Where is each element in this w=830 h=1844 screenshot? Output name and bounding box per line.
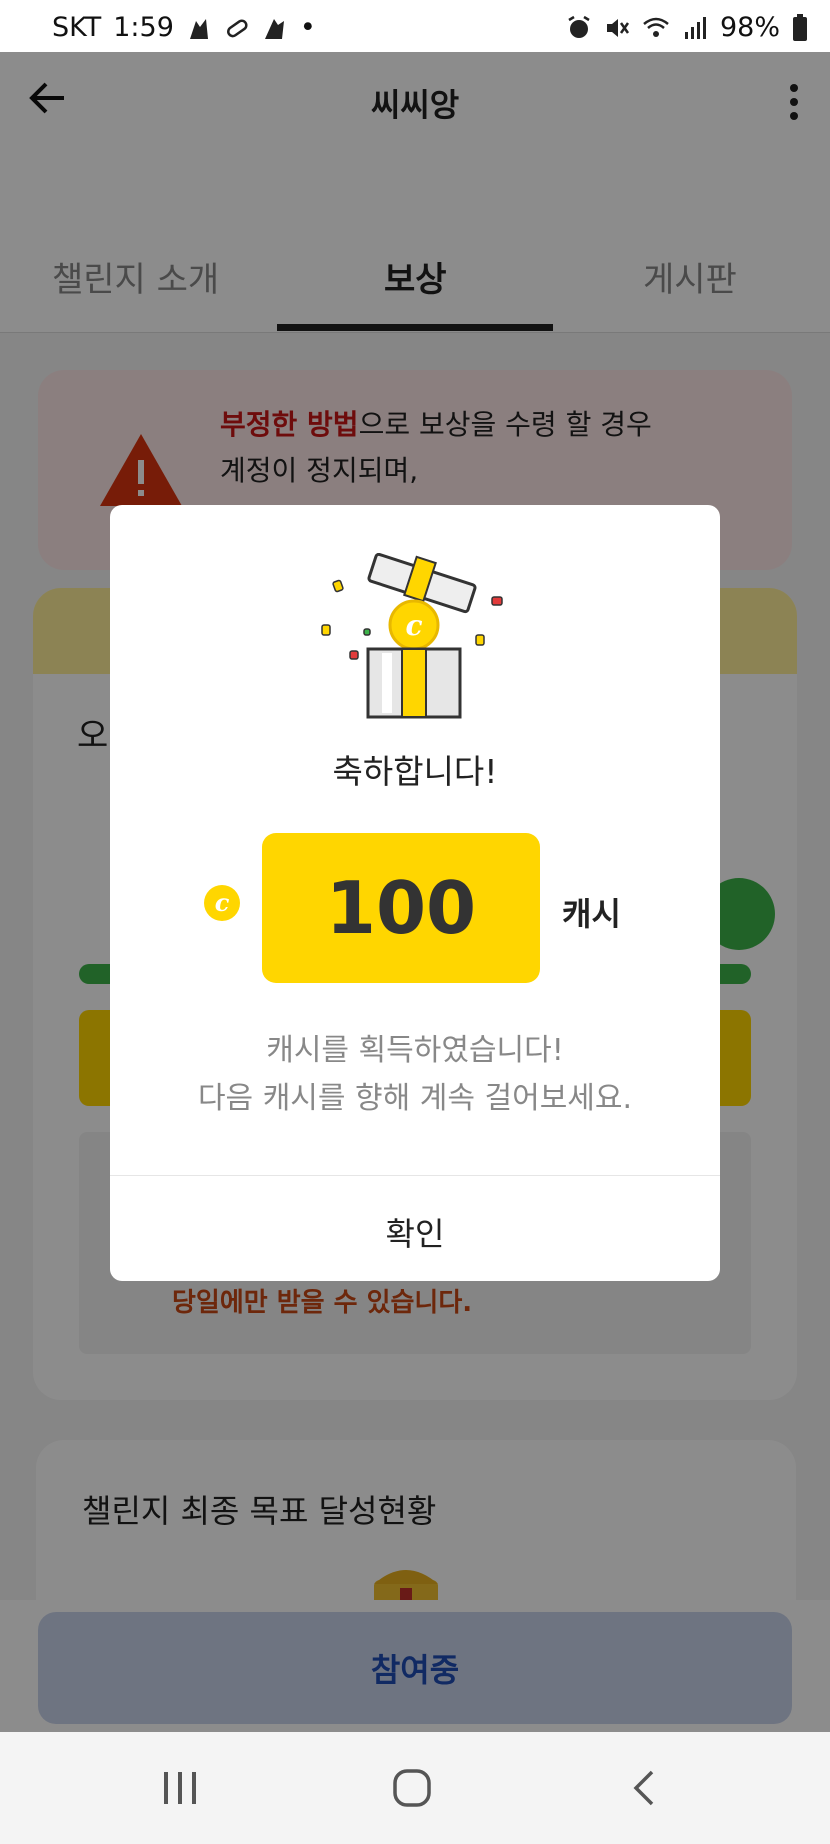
svg-text:c: c: [405, 609, 422, 642]
dialog-message-line1: 캐시를 획득하였습니다!: [266, 1033, 564, 1068]
coin-icon: c: [204, 885, 240, 921]
alarm-icon: [568, 15, 590, 38]
battery-percent: 98%: [719, 12, 780, 43]
reward-dialog: c 축하합니다! c 100 캐시 캐시를 획득하였습니다! 다음 캐시를 향해…: [110, 505, 720, 1281]
battery-icon: [793, 13, 807, 41]
dialog-message-line2: 다음 캐시를 향해 계속 걸어보세요.: [197, 1081, 633, 1116]
dialog-message: 캐시를 획득하였습니다! 다음 캐시를 향해 계속 걸어보세요.: [110, 1027, 720, 1123]
back-chevron-icon[interactable]: [632, 1768, 656, 1808]
carrier-label: SKT: [52, 12, 102, 43]
notification-dot: •: [299, 12, 316, 43]
pill-icon: [226, 19, 248, 37]
recents-icon[interactable]: [160, 1770, 200, 1806]
runner-app-icon: [264, 18, 284, 39]
reward-unit: 캐시: [562, 895, 621, 933]
reward-amount: 100: [262, 833, 540, 983]
status-bar: SKT 1:59 • 98%: [0, 0, 830, 52]
walking-app-icon: [189, 18, 208, 39]
dialog-divider: [110, 1175, 720, 1176]
mute-icon: [606, 18, 630, 37]
wifi-icon: [643, 17, 669, 37]
home-icon[interactable]: [392, 1768, 432, 1808]
confirm-button[interactable]: 확인: [110, 1183, 720, 1281]
system-nav-bar: [0, 1732, 830, 1844]
dialog-title: 축하합니다!: [332, 752, 498, 791]
gift-box-icon: c: [321, 553, 503, 719]
signal-icon: [684, 16, 706, 39]
clock: 1:59: [113, 12, 174, 43]
coin-symbol: c: [214, 888, 230, 917]
